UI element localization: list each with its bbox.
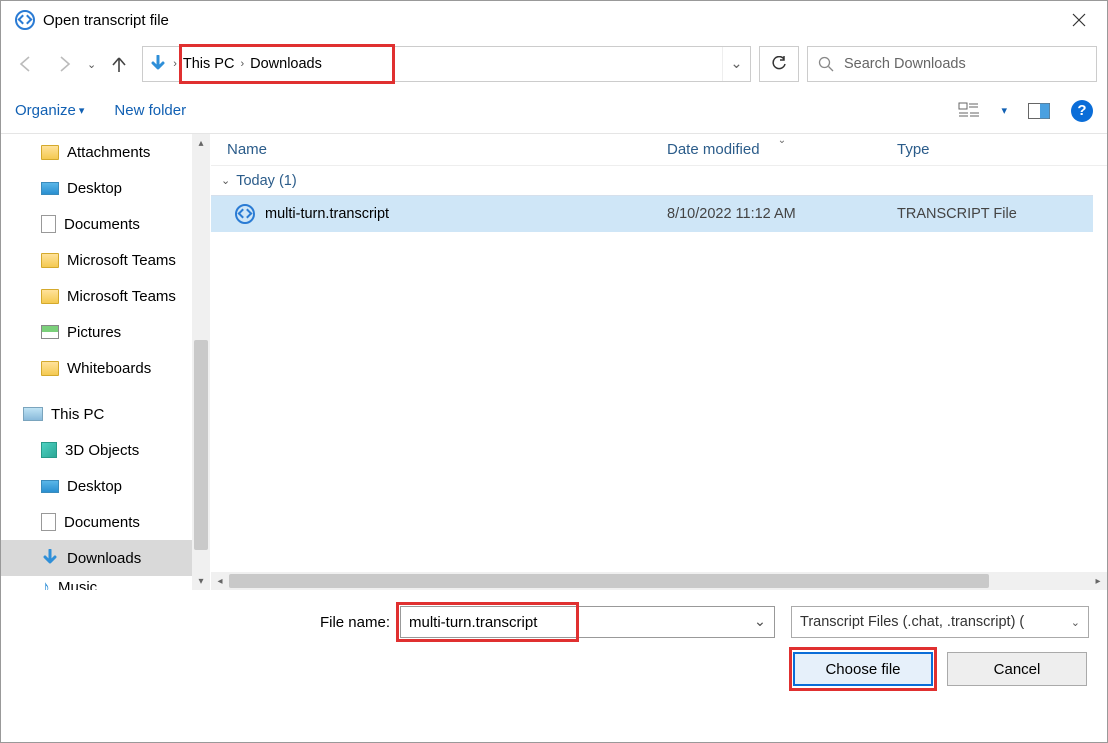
recent-locations-icon[interactable]: ⌄ (87, 58, 96, 71)
view-mode-icon[interactable] (955, 99, 983, 123)
search-placeholder: Search Downloads (844, 56, 966, 72)
music-icon: ♪ (41, 577, 50, 591)
scroll-right-icon[interactable]: ▸ (1089, 572, 1107, 590)
sort-indicator-icon: ⌄ (778, 135, 786, 146)
sidebar-item-desktop[interactable]: Desktop (1, 468, 210, 504)
new-folder-button[interactable]: New folder (114, 102, 186, 119)
chevron-down-icon: ⌄ (1071, 616, 1080, 629)
column-name[interactable]: Name (227, 141, 667, 158)
chevron-down-icon: ⌄ (221, 174, 230, 187)
breadcrumb-segment[interactable]: Downloads (250, 56, 322, 72)
sidebar-item-this-pc[interactable]: This PC (1, 396, 210, 432)
sidebar-item-pictures[interactable]: Pictures (1, 314, 210, 350)
preview-pane-icon[interactable] (1025, 99, 1053, 123)
document-icon (41, 513, 56, 531)
sidebar-item-music[interactable]: ♪Music (1, 576, 210, 590)
address-dropdown-icon[interactable]: ⌄ (722, 47, 750, 81)
scroll-up-icon[interactable]: ▴ (192, 134, 210, 152)
monitor-icon (41, 182, 59, 195)
sidebar-item-whiteboards[interactable]: Whiteboards (1, 350, 210, 386)
sidebar-item-3d-objects[interactable]: 3D Objects (1, 432, 210, 468)
filename-field[interactable] (401, 607, 746, 637)
help-icon[interactable]: ? (1071, 100, 1093, 122)
file-type: TRANSCRIPT File (897, 206, 1093, 222)
window-title: Open transcript file (43, 12, 169, 29)
filename-label: File name: (320, 614, 390, 631)
monitor-icon (41, 480, 59, 493)
choose-file-button[interactable]: Choose file (793, 652, 933, 686)
download-icon (41, 549, 59, 567)
search-icon (818, 56, 834, 72)
sidebar-item-teams[interactable]: Microsoft Teams (1, 242, 210, 278)
sidebar: Attachments Desktop Documents Microsoft … (1, 134, 211, 590)
scroll-thumb[interactable] (194, 340, 208, 550)
title-bar: Open transcript file (1, 1, 1107, 39)
file-row[interactable]: multi-turn.transcript 8/10/2022 11:12 AM… (211, 196, 1093, 232)
file-type-filter[interactable]: Transcript Files (.chat, .transcript) ( … (791, 606, 1089, 638)
pc-icon (23, 407, 43, 421)
back-icon[interactable] (11, 49, 41, 79)
toolbar: Organize ▾ New folder ▾ ? (1, 89, 1107, 133)
view-dropdown-icon[interactable]: ▾ (1001, 104, 1007, 117)
footer: File name: ⌄ Transcript Files (.chat, .t… (1, 590, 1107, 692)
pictures-icon (41, 325, 59, 339)
sidebar-item-documents[interactable]: Documents (1, 206, 210, 242)
scroll-thumb[interactable] (229, 574, 989, 588)
downloads-icon (149, 55, 167, 73)
filename-dropdown-icon[interactable]: ⌄ (746, 607, 774, 637)
cube-icon (41, 442, 57, 458)
scroll-left-icon[interactable]: ◂ (211, 572, 229, 590)
chevron-right-icon[interactable]: › (240, 58, 244, 70)
column-date[interactable]: ⌄Date modified (667, 141, 897, 158)
address-bar[interactable]: › This PC › Downloads ⌄ (142, 46, 751, 82)
sidebar-scrollbar[interactable]: ▴ ▾ (192, 134, 210, 590)
scroll-down-icon[interactable]: ▾ (192, 572, 210, 590)
chevron-down-icon: ▾ (79, 104, 85, 117)
sidebar-item-teams[interactable]: Microsoft Teams (1, 278, 210, 314)
folder-icon (41, 361, 59, 376)
horizontal-scrollbar[interactable]: ◂ ▸ (211, 572, 1107, 590)
folder-icon (41, 145, 59, 160)
breadcrumb-segment[interactable]: This PC (183, 56, 235, 72)
transcript-file-icon (235, 204, 255, 224)
filename-input[interactable]: ⌄ (400, 606, 775, 638)
file-list-pane: Name ⌄Date modified Type ⌄ Today (1) mul… (211, 134, 1107, 590)
app-icon (15, 10, 35, 30)
organize-menu[interactable]: Organize ▾ (15, 102, 84, 119)
folder-icon (41, 289, 59, 304)
file-name: multi-turn.transcript (265, 206, 389, 222)
sidebar-item-attachments[interactable]: Attachments (1, 134, 210, 170)
up-icon[interactable] (104, 49, 134, 79)
refresh-icon[interactable] (759, 46, 799, 82)
column-headers: Name ⌄Date modified Type (211, 134, 1107, 166)
search-input[interactable]: Search Downloads (807, 46, 1097, 82)
forward-icon[interactable] (49, 49, 79, 79)
folder-icon (41, 253, 59, 268)
chevron-right-icon[interactable]: › (173, 58, 177, 70)
close-icon[interactable] (1057, 1, 1101, 39)
sidebar-item-downloads[interactable]: Downloads (1, 540, 210, 576)
navigation-bar: ⌄ › This PC › Downloads ⌄ Search Downloa… (1, 39, 1107, 89)
file-date: 8/10/2022 11:12 AM (667, 206, 897, 222)
column-type[interactable]: Type (897, 141, 1107, 158)
document-icon (41, 215, 56, 233)
group-header[interactable]: ⌄ Today (1) (211, 166, 1093, 196)
sidebar-item-desktop[interactable]: Desktop (1, 170, 210, 206)
cancel-button[interactable]: Cancel (947, 652, 1087, 686)
sidebar-item-documents[interactable]: Documents (1, 504, 210, 540)
